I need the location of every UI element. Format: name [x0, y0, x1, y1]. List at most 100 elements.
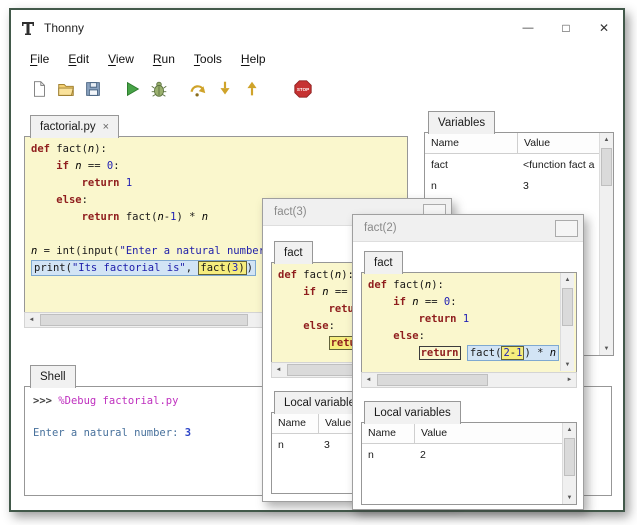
menu-tools[interactable]: Tools	[187, 49, 229, 69]
new-file-icon	[29, 79, 49, 99]
frame-tab-label: fact	[284, 247, 303, 259]
step-into-button[interactable]	[213, 77, 237, 101]
frame-code-vertical-scrollbar[interactable]: ▲ ▼	[560, 273, 574, 371]
column-header-name[interactable]: Name	[425, 133, 518, 153]
frame-code: def fact(n): if n == 0: return 1 else: r…	[362, 273, 576, 362]
thonny-logo-icon	[20, 20, 36, 36]
open-file-button[interactable]	[54, 77, 78, 101]
scroll-left-icon[interactable]: ◄	[272, 363, 285, 377]
variables-vertical-scrollbar[interactable]: ▲ ▼	[599, 133, 613, 355]
local-variables-panel: NameValuen2 ▲ ▼	[361, 422, 577, 505]
minimize-button[interactable]: —	[509, 10, 547, 46]
table-header-row: NameValue	[425, 133, 600, 154]
scrollbar-thumb[interactable]	[601, 148, 612, 186]
frame-titlebar[interactable]: fact(2)	[353, 215, 583, 242]
code-line: def fact(n):	[368, 277, 562, 294]
scrollbar-track[interactable]	[375, 373, 563, 387]
scrollbar-thumb[interactable]	[377, 374, 488, 386]
window-title: Thonny	[44, 21, 84, 35]
run-script-button[interactable]	[120, 77, 144, 101]
code-line: if n == 0:	[368, 294, 562, 311]
maximize-button[interactable]: □	[547, 10, 585, 46]
close-icon: ✕	[599, 21, 609, 35]
tab-shell[interactable]: Shell	[30, 365, 76, 388]
locals-vertical-scrollbar[interactable]: ▲ ▼	[562, 423, 576, 504]
desktop: Thonny — □ ✕ FileEditViewRunToolsHelp	[0, 0, 637, 525]
scrollbar-track[interactable]	[600, 146, 613, 342]
toolbar: STOP	[11, 72, 623, 106]
stop-button[interactable]: STOP	[291, 77, 315, 101]
code-line: if n == 0:	[31, 158, 407, 175]
menu-bar: FileEditViewRunToolsHelp	[11, 46, 623, 72]
scrollbar-track[interactable]	[561, 286, 574, 358]
new-file-button[interactable]	[27, 77, 51, 101]
scroll-down-icon[interactable]: ▼	[563, 491, 576, 504]
step-out-icon	[242, 79, 262, 99]
scroll-up-icon[interactable]: ▲	[563, 423, 576, 436]
frame-code-view[interactable]: def fact(n): if n == 0: return 1 else: r…	[361, 272, 577, 374]
frame-title: fact(2)	[364, 222, 397, 234]
svg-text:STOP: STOP	[297, 87, 309, 92]
save-icon	[83, 79, 103, 99]
column-header-value[interactable]: Value	[518, 133, 600, 153]
scrollbar-track[interactable]	[563, 436, 576, 491]
tab-local-variables[interactable]: Local variables	[364, 401, 461, 424]
menu-run[interactable]: Run	[146, 49, 182, 69]
local-variables-table: NameValuen2	[362, 423, 563, 504]
frame-window-fact2: fact(2) fact def fact(n): if n == 0: ret…	[352, 214, 584, 510]
scroll-up-icon[interactable]: ▲	[600, 133, 613, 146]
close-tab-icon[interactable]: ×	[103, 121, 109, 133]
code-line: def fact(n):	[31, 141, 407, 158]
variables-tab-label: Variables	[438, 117, 485, 129]
scroll-down-icon[interactable]: ▼	[561, 358, 574, 371]
frame-window-button[interactable]	[555, 220, 578, 237]
menu-edit[interactable]: Edit	[61, 49, 96, 69]
scrollbar-thumb[interactable]	[564, 438, 575, 476]
column-header-name[interactable]: Name	[362, 423, 415, 443]
scroll-down-icon[interactable]: ▼	[600, 342, 613, 355]
scroll-left-icon[interactable]: ◄	[362, 373, 375, 387]
menu-file[interactable]: File	[23, 49, 56, 69]
step-over-button[interactable]	[186, 77, 210, 101]
frame-horizontal-scrollbar[interactable]: ◄ ►	[361, 372, 577, 388]
scroll-up-icon[interactable]: ▲	[561, 273, 574, 286]
code-line: return 1	[31, 175, 407, 192]
code-line: return fact(2-1) * n	[368, 345, 562, 362]
scroll-right-icon[interactable]: ►	[563, 373, 576, 387]
tab-fact[interactable]: fact	[274, 241, 313, 264]
frame-tab-label: fact	[374, 257, 393, 269]
minimize-icon: —	[523, 22, 534, 34]
stop-sign-icon: STOP	[293, 79, 313, 99]
column-header-value[interactable]: Value	[415, 423, 563, 443]
column-header-name[interactable]: Name	[272, 413, 319, 433]
step-over-icon	[188, 79, 208, 99]
table-row[interactable]: n3	[425, 175, 600, 196]
local-variables-tab-label: Local variables	[284, 397, 361, 409]
table-row[interactable]: n2	[362, 444, 563, 465]
scrollbar-thumb[interactable]	[40, 314, 248, 326]
close-button[interactable]: ✕	[585, 10, 623, 46]
local-variables-tab-label: Local variables	[374, 407, 451, 419]
shell-tab-label: Shell	[40, 371, 66, 383]
table-row[interactable]: fact<function fact a	[425, 154, 600, 175]
maximize-icon: □	[562, 21, 569, 35]
menu-help[interactable]: Help	[234, 49, 273, 69]
run-icon	[122, 79, 142, 99]
scroll-left-icon[interactable]: ◄	[25, 313, 38, 327]
tab-factorial-py[interactable]: factorial.py ×	[30, 115, 119, 138]
open-folder-icon	[56, 79, 76, 99]
code-line: else:	[368, 328, 562, 345]
save-file-button[interactable]	[81, 77, 105, 101]
step-out-button[interactable]	[240, 77, 264, 101]
editor-tab-label: factorial.py	[40, 121, 96, 133]
step-into-icon	[215, 79, 235, 99]
frame-title: fact(3)	[274, 206, 307, 218]
scrollbar-thumb[interactable]	[562, 288, 573, 326]
debug-script-button[interactable]	[147, 77, 171, 101]
tab-variables[interactable]: Variables	[428, 111, 495, 134]
table-header-row: NameValue	[362, 423, 563, 444]
tab-fact[interactable]: fact	[364, 251, 403, 274]
menu-view[interactable]: View	[101, 49, 141, 69]
titlebar[interactable]: Thonny — □ ✕	[11, 10, 623, 46]
window-controls: — □ ✕	[509, 10, 623, 46]
